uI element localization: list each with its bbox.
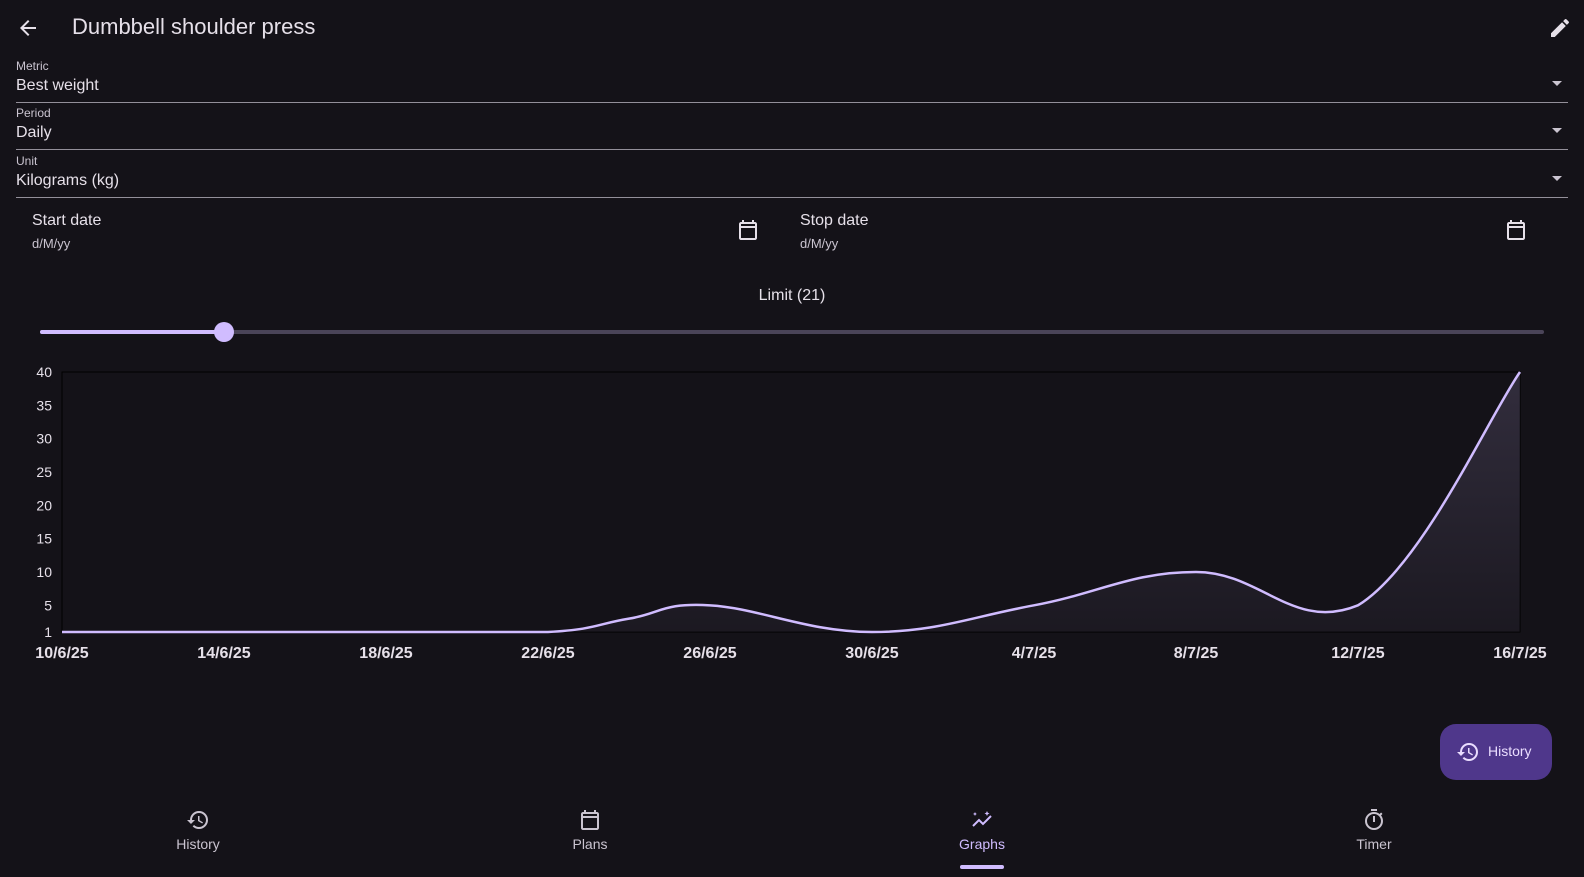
x-tick-label: 30/6/25 [845, 645, 898, 662]
dropdown-arrow-icon [1552, 128, 1562, 133]
slider-active-track [40, 330, 224, 334]
unit-select[interactable]: Unit Kilograms (kg) [16, 152, 1568, 198]
app-bar: Dumbbell shoulder press [0, 0, 1584, 56]
period-value: Daily [16, 124, 52, 141]
stop-date-label: Stop date [800, 212, 869, 229]
slider-thumb[interactable] [213, 322, 234, 342]
unit-value: Kilograms (kg) [16, 172, 120, 189]
period-select[interactable]: Period Daily [16, 104, 1568, 150]
plot-frame [61, 371, 1521, 633]
metric-select[interactable]: Metric Best weight [16, 57, 1568, 103]
history-fab[interactable]: History [1440, 724, 1552, 780]
dropdown-arrow-icon [1552, 176, 1562, 181]
fab-label: History [1488, 743, 1532, 759]
y-tick-label: 20 [36, 497, 52, 513]
y-tick-label: 40 [36, 364, 52, 380]
stop-date-field[interactable]: Stop date d/M/yy [800, 208, 1536, 264]
nav-label-plans: Plans [572, 836, 608, 852]
start-date-field[interactable]: Start date d/M/yy [32, 208, 768, 264]
series-area [62, 372, 1520, 632]
nav-item-graphs[interactable]: Graphs [784, 796, 1180, 877]
x-tick-label: 8/7/25 [1174, 645, 1219, 662]
nav-label-graphs: Graphs [959, 836, 1005, 852]
limit-slider[interactable] [40, 322, 1544, 346]
metric-label: Metric [16, 59, 49, 73]
nav-label-history: History [176, 836, 220, 852]
page-title: Dumbbell shoulder press [72, 14, 316, 39]
nav-item-history[interactable]: History [0, 796, 396, 877]
x-tick-label: 22/6/25 [521, 645, 574, 662]
graph-icon [972, 811, 992, 827]
x-tick-label: 16/7/25 [1493, 645, 1546, 662]
nav-label-timer: Timer [1356, 836, 1392, 852]
stop-date-placeholder: d/M/yy [800, 236, 839, 251]
y-tick-label: 10 [36, 564, 52, 580]
weight-chart: 1510152025303540 10/6/25 14/6/25 18/6/25 22… [35, 364, 1546, 662]
timer-icon [1365, 809, 1383, 830]
start-date-placeholder: d/M/yy [32, 236, 71, 251]
y-tick-label: 25 [36, 464, 52, 480]
active-indicator [960, 865, 1004, 869]
x-tick-label: 26/6/25 [683, 645, 736, 662]
slider-track [40, 330, 1544, 334]
limit-label: Limit (21) [758, 287, 826, 304]
start-date-label: Start date [32, 212, 102, 229]
y-tick-label: 30 [36, 431, 52, 447]
x-tick-label: 4/7/25 [1012, 645, 1057, 662]
y-tick-label: 1 [44, 624, 52, 640]
history-icon [1457, 743, 1478, 761]
arrow-back-icon[interactable] [16, 16, 40, 40]
x-tick-label: 10/6/25 [35, 645, 88, 662]
calendar-icon[interactable] [1504, 218, 1528, 242]
series-line [62, 371, 1522, 634]
x-tick-label: 12/7/25 [1331, 645, 1384, 662]
pencil-icon[interactable] [1548, 16, 1572, 40]
y-tick-label: 15 [36, 531, 52, 547]
bottom-navigation: History Plans Graphs Timer [0, 796, 1584, 877]
unit-label: Unit [16, 154, 38, 168]
dropdown-arrow-icon [1552, 81, 1562, 86]
nav-item-timer[interactable]: Timer [1176, 796, 1572, 877]
y-tick-label: 5 [44, 597, 52, 613]
history-icon [187, 811, 208, 829]
period-label: Period [16, 106, 51, 120]
y-tick-label: 35 [36, 397, 52, 413]
calendar-icon [581, 810, 599, 830]
x-tick-label: 18/6/25 [359, 645, 412, 662]
calendar-icon[interactable] [736, 218, 760, 242]
nav-item-plans[interactable]: Plans [392, 796, 788, 877]
metric-value: Best weight [16, 77, 99, 94]
x-tick-label: 14/6/25 [197, 645, 250, 662]
